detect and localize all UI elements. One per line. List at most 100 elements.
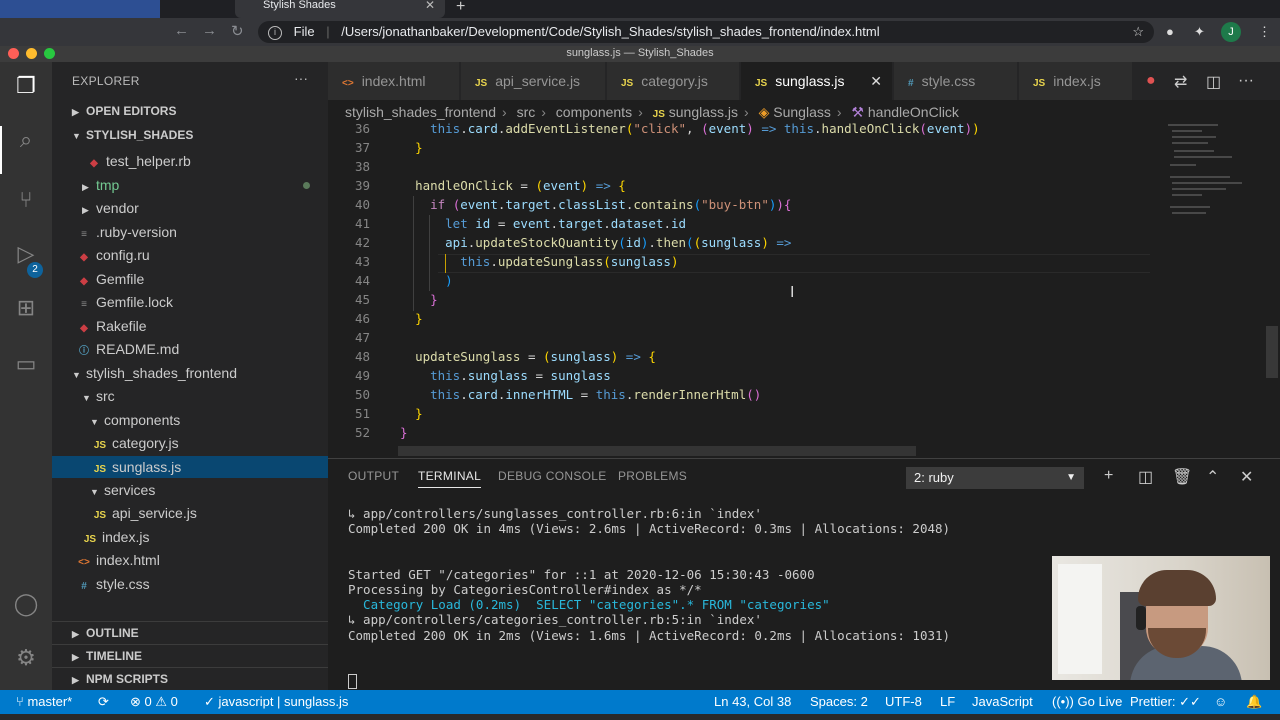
tree-item-gemfile[interactable]: ◆ Gemfile [52, 268, 328, 290]
go-live-button[interactable]: ((•)) Go Live [1052, 690, 1122, 714]
horizontal-scrollbar[interactable] [398, 446, 916, 456]
minimap-line [1172, 194, 1202, 196]
extension-circle-icon[interactable]: ● [1166, 24, 1174, 39]
panel-tab-debug-console[interactable]: DEBUG CONSOLE [498, 469, 607, 483]
language-mode[interactable]: JavaScript [972, 690, 1033, 714]
section-workspace[interactable]: ▼ STYLISH_SHADES [52, 124, 328, 146]
tree-item-vendor[interactable]: ▶ vendor [52, 197, 328, 219]
extensions-puzzle-icon[interactable]: ✦ [1194, 24, 1205, 40]
close-panel-icon[interactable]: ✕ [1240, 467, 1253, 487]
problems-status[interactable]: ⊗ 0 ⚠ 0 [130, 690, 178, 714]
settings-gear-icon[interactable]: ⚙ [12, 644, 40, 672]
js-icon: JS [83, 534, 97, 545]
close-window-icon[interactable] [8, 48, 19, 59]
vertical-scrollbar[interactable] [1266, 326, 1278, 378]
tab-sunglass-js[interactable]: JS sunglass.js ✕ [741, 62, 893, 100]
source-control-icon[interactable]: ⑂ [12, 186, 40, 214]
tab-style-css[interactable]: # style.css [894, 62, 1018, 100]
tree-item-label: category.js [112, 435, 179, 451]
section-outline[interactable]: ▶ OUTLINE [52, 621, 328, 643]
tree-item-api-service-js[interactable]: JS api_service.js [52, 502, 328, 524]
language-context[interactable]: ✓ javascript | sunglass.js [204, 690, 348, 714]
remote-explorer-icon[interactable]: ▭ [12, 350, 40, 378]
tree-item-index-js[interactable]: JS index.js [52, 526, 328, 548]
terminal-select[interactable]: 2: ruby ▼ [906, 467, 1084, 489]
breadcrumb-item[interactable]: sunglass.js [669, 104, 738, 120]
breadcrumb-item[interactable]: handleOnClick [868, 104, 959, 120]
tree-item-services[interactable]: ▼ services [52, 479, 328, 501]
eol-status[interactable]: LF [940, 690, 955, 714]
maximize-panel-icon[interactable]: ⌃ [1206, 467, 1219, 487]
tree-item-frontend-folder[interactable]: ▼ stylish_shades_frontend [52, 362, 328, 384]
branch-status[interactable]: ⑂ master* [16, 690, 72, 714]
tree-item-src[interactable]: ▼ src [52, 385, 328, 407]
tab-api-service-js[interactable]: JS api_service.js [461, 62, 606, 100]
section-npm-scripts[interactable]: ▶ NPM SCRIPTS [52, 667, 328, 689]
tree-item-style-css[interactable]: # style.css [52, 573, 328, 595]
cursor-position[interactable]: Ln 43, Col 38 [714, 690, 791, 714]
forward-icon[interactable]: → [202, 22, 217, 39]
line-number: 36 [354, 121, 370, 136]
panel-tab-terminal[interactable]: TERMINAL [418, 469, 482, 488]
feedback-icon[interactable]: ☺ [1214, 690, 1227, 714]
back-icon[interactable]: ← [174, 22, 189, 39]
reload-icon[interactable]: ↻ [231, 22, 244, 40]
tree-item-ruby-version[interactable]: ≡ .ruby-version [52, 221, 328, 243]
tree-item-config-ru[interactable]: ◆ config.ru [52, 244, 328, 266]
section-open-editors[interactable]: ▶ OPEN EDITORS [52, 100, 328, 122]
run-debug-icon[interactable]: ▷ [12, 240, 40, 268]
tree-item-gemfile-lock[interactable]: ≡ Gemfile.lock [52, 291, 328, 313]
code-editor[interactable]: 36 this.card.addEventListener("click", (… [328, 120, 1280, 458]
browser-tab[interactable]: Stylish Shades ✕ [235, 0, 445, 18]
tree-item-label: components [104, 412, 181, 428]
notifications-bell-icon[interactable]: 🔔 [1246, 690, 1262, 714]
more-actions-icon[interactable]: ··· [294, 70, 308, 86]
tree-item-index-html[interactable]: <> index.html [52, 549, 328, 571]
sync-icon[interactable]: ⟳ [98, 690, 109, 714]
extensions-icon[interactable]: ⊞ [12, 294, 40, 322]
tab-category-js[interactable]: JS category.js [607, 62, 740, 100]
section-timeline[interactable]: ▶ TIMELINE [52, 644, 328, 666]
kill-terminal-icon[interactable]: 🗑 [1172, 467, 1192, 487]
breadcrumb-item[interactable]: Sunglass [773, 104, 831, 120]
bookmark-star-icon[interactable]: ☆ [1132, 21, 1144, 43]
prettier-status[interactable]: Prettier: ✓✓ [1130, 690, 1201, 714]
record-icon[interactable]: ● [1146, 72, 1156, 90]
maximize-window-icon[interactable] [44, 48, 55, 59]
open-changes-icon[interactable]: ⇄ [1174, 72, 1187, 92]
info-icon[interactable]: i [268, 25, 282, 40]
profile-avatar[interactable]: J [1221, 22, 1241, 42]
tree-item-category-js[interactable]: JS category.js [52, 432, 328, 454]
tab-index-js[interactable]: JS index.js [1019, 62, 1133, 100]
tree-item-rakefile[interactable]: ◆ Rakefile [52, 315, 328, 337]
tree-item-tmp[interactable]: ▶ tmp [52, 174, 328, 196]
line-number: 44 [354, 273, 370, 288]
tree-item-test-helper[interactable]: ◆ test_helper.rb [52, 150, 328, 172]
tree-item-components[interactable]: ▼ components [52, 409, 328, 431]
close-icon[interactable]: ✕ [425, 0, 435, 11]
editor-more-icon[interactable]: ··· [1238, 72, 1254, 90]
close-icon[interactable]: ✕ [870, 62, 882, 100]
minimap[interactable] [1164, 120, 1264, 458]
new-tab-icon[interactable]: + [456, 0, 465, 16]
tree-item-readme[interactable]: ⓘ README.md [52, 338, 328, 360]
breadcrumb-item[interactable]: stylish_shades_frontend [345, 104, 496, 120]
browser-menu-icon[interactable]: ⋮ [1258, 24, 1271, 40]
code-text: } [430, 292, 438, 307]
search-icon[interactable]: ⌕ [12, 126, 40, 154]
explorer-icon[interactable]: ❐ [12, 72, 40, 100]
panel-tab-output[interactable]: OUTPUT [348, 469, 399, 483]
tab-index-html[interactable]: <> index.html [328, 62, 460, 100]
split-terminal-icon[interactable]: ◫ [1138, 467, 1153, 487]
address-bar[interactable]: i File | /Users/jonathanbaker/Developmen… [258, 21, 1154, 43]
panel-tab-problems[interactable]: PROBLEMS [618, 469, 687, 483]
split-editor-icon[interactable]: ◫ [1206, 72, 1221, 92]
breadcrumb-item[interactable]: components [556, 104, 632, 120]
tree-item-sunglass-js[interactable]: JS sunglass.js [52, 456, 328, 478]
breadcrumb-item[interactable]: src [517, 104, 536, 120]
encoding-status[interactable]: UTF-8 [885, 690, 922, 714]
indentation-status[interactable]: Spaces: 2 [810, 690, 868, 714]
accounts-icon[interactable]: ◯ [12, 590, 40, 618]
new-terminal-icon[interactable]: + [1104, 467, 1113, 485]
minimize-window-icon[interactable] [26, 48, 37, 59]
